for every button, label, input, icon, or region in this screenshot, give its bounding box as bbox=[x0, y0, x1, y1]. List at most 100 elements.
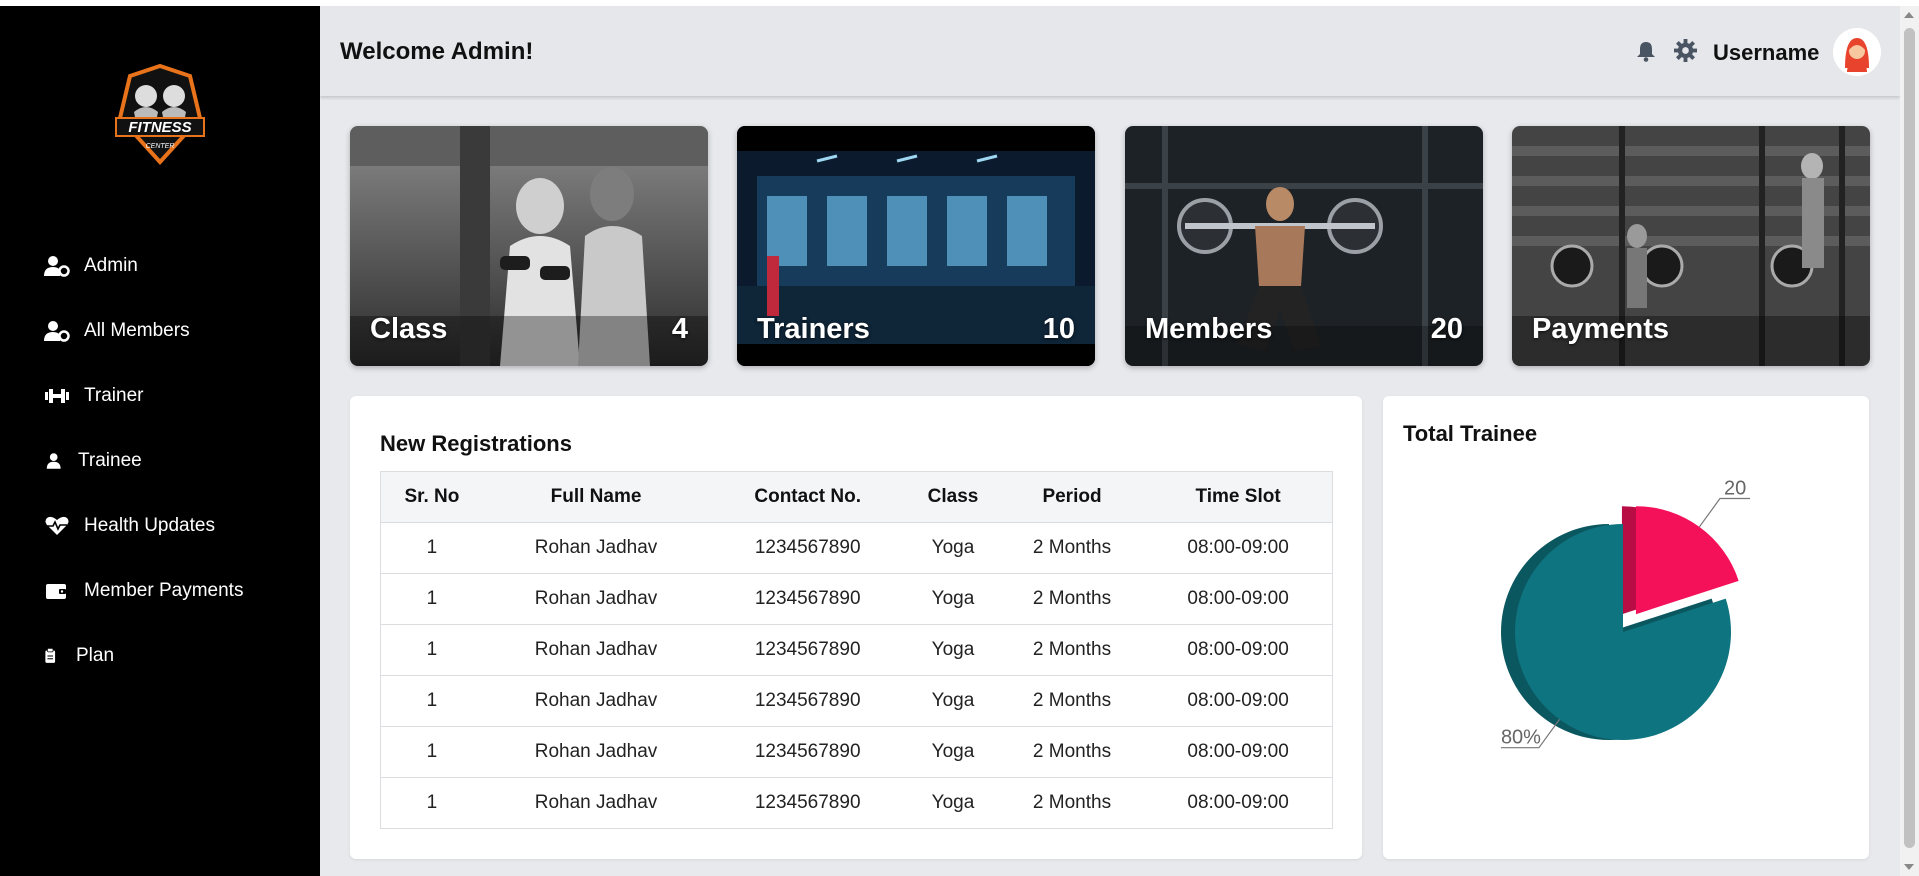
card-count: 20 bbox=[1430, 313, 1463, 345]
table-row[interactable]: 1 Rohan Jadhav 1234567890 Yoga 2 Months … bbox=[380, 777, 1333, 829]
table-cell: Rohan Jadhav bbox=[482, 777, 710, 829]
table-cell: 2 Months bbox=[999, 573, 1145, 625]
table-cell: 2 Months bbox=[999, 675, 1145, 727]
sidebar-item-plan[interactable]: Plan bbox=[0, 623, 320, 688]
sidebar-item-trainee[interactable]: Trainee bbox=[0, 428, 320, 493]
scroll-thumb[interactable] bbox=[1904, 28, 1915, 848]
table-cell: 2 Months bbox=[999, 726, 1145, 778]
column-header[interactable]: Full Name bbox=[482, 471, 710, 523]
trainers-card[interactable]: Trainers 10 bbox=[737, 126, 1095, 366]
table-cell: 08:00-09:00 bbox=[1144, 675, 1333, 727]
table-cell: 1234567890 bbox=[709, 675, 907, 727]
column-header[interactable]: Contact No. bbox=[709, 471, 907, 523]
clipboard-icon bbox=[45, 647, 56, 663]
sidebar-item-label: Member Payments bbox=[84, 579, 244, 601]
table-cell: 1 bbox=[380, 522, 483, 574]
sidebar-nav: Admin All Members Trainer Trainee Health… bbox=[0, 233, 320, 688]
column-header[interactable]: Period bbox=[999, 471, 1145, 523]
column-header[interactable]: Time Slot bbox=[1144, 471, 1333, 523]
sidebar-item-label: Plan bbox=[76, 644, 115, 666]
sidebar-item-label: Trainee bbox=[78, 449, 142, 471]
table-cell: Yoga bbox=[906, 522, 1000, 574]
sidebar-item-label: All Members bbox=[84, 319, 190, 341]
table-cell: 1234567890 bbox=[709, 777, 907, 829]
chart-title: Total Trainee bbox=[1403, 421, 1538, 446]
dumbbell-icon bbox=[45, 388, 69, 403]
table-cell: 1234567890 bbox=[709, 624, 907, 676]
table-cell: Yoga bbox=[906, 675, 1000, 727]
svg-text:CENTER: CENTER bbox=[146, 143, 175, 150]
new-registrations-panel: New Registrations Sr. No Full Name Conta… bbox=[350, 396, 1362, 859]
user-gear-icon bbox=[44, 320, 70, 342]
table-cell: 2 Months bbox=[999, 777, 1145, 829]
user-icon bbox=[46, 452, 61, 469]
scroll-up-arrow-icon[interactable] bbox=[1904, 12, 1914, 18]
sidebar-item-admin[interactable]: Admin bbox=[0, 233, 320, 298]
sidebar-item-all-members[interactable]: All Members bbox=[0, 298, 320, 363]
table-header-row: Sr. No Full Name Contact No. Class Perio… bbox=[380, 471, 1333, 523]
table-row[interactable]: 1 Rohan Jadhav 1234567890 Yoga 2 Months … bbox=[380, 624, 1333, 676]
table-cell: 1 bbox=[380, 573, 483, 625]
registrations-table: Sr. No Full Name Contact No. Class Perio… bbox=[380, 471, 1333, 829]
payments-card[interactable]: Payments bbox=[1512, 126, 1870, 366]
table-row[interactable]: 1 Rohan Jadhav 1234567890 Yoga 2 Months … bbox=[380, 573, 1333, 625]
pie-data-label: 20 bbox=[1724, 478, 1746, 500]
table-cell: Rohan Jadhav bbox=[482, 726, 710, 778]
card-title: Members bbox=[1145, 313, 1273, 345]
user-avatar-icon bbox=[1833, 28, 1881, 76]
avatar[interactable] bbox=[1833, 28, 1881, 76]
table-cell: 2 Months bbox=[999, 522, 1145, 574]
table-cell: Rohan Jadhav bbox=[482, 522, 710, 574]
table-cell: 08:00-09:00 bbox=[1144, 726, 1333, 778]
table-row[interactable]: 1 Rohan Jadhav 1234567890 Yoga 2 Months … bbox=[380, 726, 1333, 778]
sidebar-item-label: Trainer bbox=[84, 384, 144, 406]
svg-text:FITNESS: FITNESS bbox=[128, 119, 191, 136]
bell-icon[interactable] bbox=[1636, 40, 1656, 62]
pie-data-label: 80% bbox=[1501, 727, 1541, 749]
table-cell: 1234567890 bbox=[709, 522, 907, 574]
table-cell: Yoga bbox=[906, 726, 1000, 778]
table-cell: Rohan Jadhav bbox=[482, 675, 710, 727]
total-trainee-panel: 20 80% Total Trainee bbox=[1383, 396, 1869, 859]
user-gear-icon bbox=[44, 255, 70, 277]
page-title: Welcome Admin! bbox=[340, 38, 534, 65]
panel-title: New Registrations bbox=[380, 431, 572, 456]
fitness-center-logo[interactable]: FITNESS CENTER bbox=[108, 62, 212, 166]
members-card[interactable]: Members 20 bbox=[1125, 126, 1483, 366]
table-row[interactable]: 1 Rohan Jadhav 1234567890 Yoga 2 Months … bbox=[380, 522, 1333, 574]
sidebar-item-label: Admin bbox=[84, 254, 138, 276]
table-cell: 1234567890 bbox=[709, 726, 907, 778]
table-cell: 1234567890 bbox=[709, 573, 907, 625]
page-scrollbar[interactable] bbox=[1900, 6, 1919, 876]
pie-leader-line bbox=[1698, 497, 1750, 528]
top-header: Welcome Admin! Username bbox=[320, 6, 1900, 96]
table-cell: 1 bbox=[380, 675, 483, 727]
column-header[interactable]: Sr. No bbox=[380, 471, 483, 523]
table-cell: Rohan Jadhav bbox=[482, 624, 710, 676]
table-row[interactable]: 1 Rohan Jadhav 1234567890 Yoga 2 Months … bbox=[380, 675, 1333, 727]
card-title: Trainers bbox=[757, 313, 870, 345]
table-cell: Rohan Jadhav bbox=[482, 573, 710, 625]
sidebar-item-label: Health Updates bbox=[84, 514, 215, 536]
sidebar-item-trainer[interactable]: Trainer bbox=[0, 363, 320, 428]
table-cell: 08:00-09:00 bbox=[1144, 624, 1333, 676]
table-cell: 1 bbox=[380, 726, 483, 778]
scroll-down-arrow-icon[interactable] bbox=[1904, 864, 1914, 870]
pie-slice[interactable] bbox=[1635, 506, 1739, 615]
sidebar-item-member-payments[interactable]: Member Payments bbox=[0, 558, 320, 623]
sidebar-item-health-updates[interactable]: Health Updates bbox=[0, 493, 320, 558]
username-label[interactable]: Username bbox=[1713, 40, 1819, 66]
sidebar: FITNESS CENTER Admin All Members Trainer… bbox=[0, 6, 320, 876]
card-title: Payments bbox=[1532, 313, 1670, 345]
table-cell: 08:00-09:00 bbox=[1144, 522, 1333, 574]
wallet-icon bbox=[46, 583, 66, 599]
class-card[interactable]: Class 4 bbox=[350, 126, 708, 366]
card-count: 10 bbox=[1042, 313, 1075, 345]
heart-pulse-icon bbox=[45, 516, 69, 535]
table-cell: Yoga bbox=[906, 573, 1000, 625]
table-cell: 1 bbox=[380, 624, 483, 676]
total-trainee-pie-chart: 20 80% bbox=[1501, 478, 1750, 749]
gear-icon[interactable] bbox=[1674, 39, 1697, 62]
table-cell: Yoga bbox=[906, 624, 1000, 676]
column-header[interactable]: Class bbox=[906, 471, 1000, 523]
